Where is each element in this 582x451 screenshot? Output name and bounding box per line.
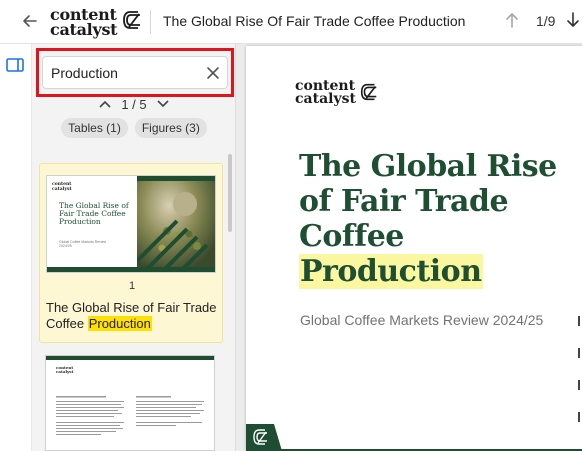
chevron-down-icon[interactable]	[157, 97, 169, 111]
arrow-down-icon[interactable]	[566, 12, 580, 32]
sidebar-panel-icon[interactable]	[6, 58, 24, 72]
document-heading: The Global Rise of Fair Trade Coffee Pro…	[299, 149, 579, 289]
header-divider	[150, 10, 151, 34]
app-logo[interactable]: content catalyst	[50, 4, 143, 40]
page-thumbnail: content catalyst The Global Rise of Fair…	[46, 175, 216, 273]
next-page-svg	[567, 12, 579, 27]
arrow-left-icon[interactable]	[20, 11, 40, 31]
back-arrow-svg	[23, 15, 37, 27]
thumbnail-footer-band	[47, 267, 215, 272]
top-bar: content catalyst The Global Rise Of Fair…	[0, 0, 582, 44]
document-logo: content catalyst	[295, 78, 379, 107]
page-counter: 1/9	[536, 13, 556, 29]
heading-match-highlight: Production	[299, 254, 483, 289]
page-thumbnail: content catalyst	[45, 355, 215, 451]
result-snippet: The Global Rise of Fair Trade Coffee Pro…	[46, 300, 221, 332]
document-subtitle: Global Coffee Markets Review 2024/25	[300, 312, 544, 328]
search-box[interactable]	[42, 56, 228, 89]
logo-mark-icon	[123, 11, 141, 29]
thumbnail-text-lines	[56, 396, 204, 435]
clear-search-svg	[207, 67, 219, 79]
thumbnail-title: The Global Rise of Fair Trade Coffee Pro…	[59, 201, 129, 226]
logo-line-2: catalyst	[50, 20, 118, 39]
prev-page-svg	[506, 13, 518, 28]
search-input[interactable]	[51, 63, 201, 83]
thumbnail-coffee-image	[137, 176, 215, 272]
heading-line-2: of Fair Trade	[299, 184, 509, 219]
document-logo-wordmark: content catalyst	[295, 78, 356, 107]
results-scrollbar[interactable]	[228, 154, 232, 232]
document-logo-mark-icon	[360, 83, 377, 101]
document-title: The Global Rise Of Fair Trade Coffee Pro…	[163, 13, 466, 29]
left-rail	[0, 44, 32, 451]
match-navigation: 1 / 5	[32, 95, 236, 113]
filter-chips: Tables (1) Figures (3)	[32, 118, 236, 138]
close-icon[interactable]	[203, 63, 223, 83]
filter-chip-tables[interactable]: Tables (1)	[61, 118, 128, 138]
heading-line-1: The Global Rise	[299, 149, 557, 184]
thumbnail-logo: content catalyst	[56, 365, 74, 374]
filter-chip-figures[interactable]: Figures (3)	[134, 118, 207, 138]
arrow-up-icon[interactable]	[505, 12, 519, 32]
chevron-up-icon[interactable]	[99, 97, 111, 111]
document-footer-band	[246, 424, 582, 451]
thumbnail-logo: content catalyst	[52, 182, 72, 192]
snippet-match: Production	[87, 316, 152, 331]
match-position: 1 / 5	[121, 96, 147, 112]
document-page[interactable]: content catalyst The Global Rise of Fair…	[246, 46, 582, 451]
heading-line-3: Coffee	[299, 219, 404, 254]
search-result-card[interactable]: content catalyst The Global Rise of Fair…	[39, 163, 223, 343]
logo-wordmark: content catalyst	[50, 7, 118, 39]
thumbnail-subtitle: Global Coffee Markets Review 2024/25	[59, 240, 107, 248]
thumbnail-header-band	[46, 356, 214, 360]
result-page-number: 1	[128, 280, 136, 292]
search-result-card[interactable]: content catalyst	[39, 352, 223, 451]
